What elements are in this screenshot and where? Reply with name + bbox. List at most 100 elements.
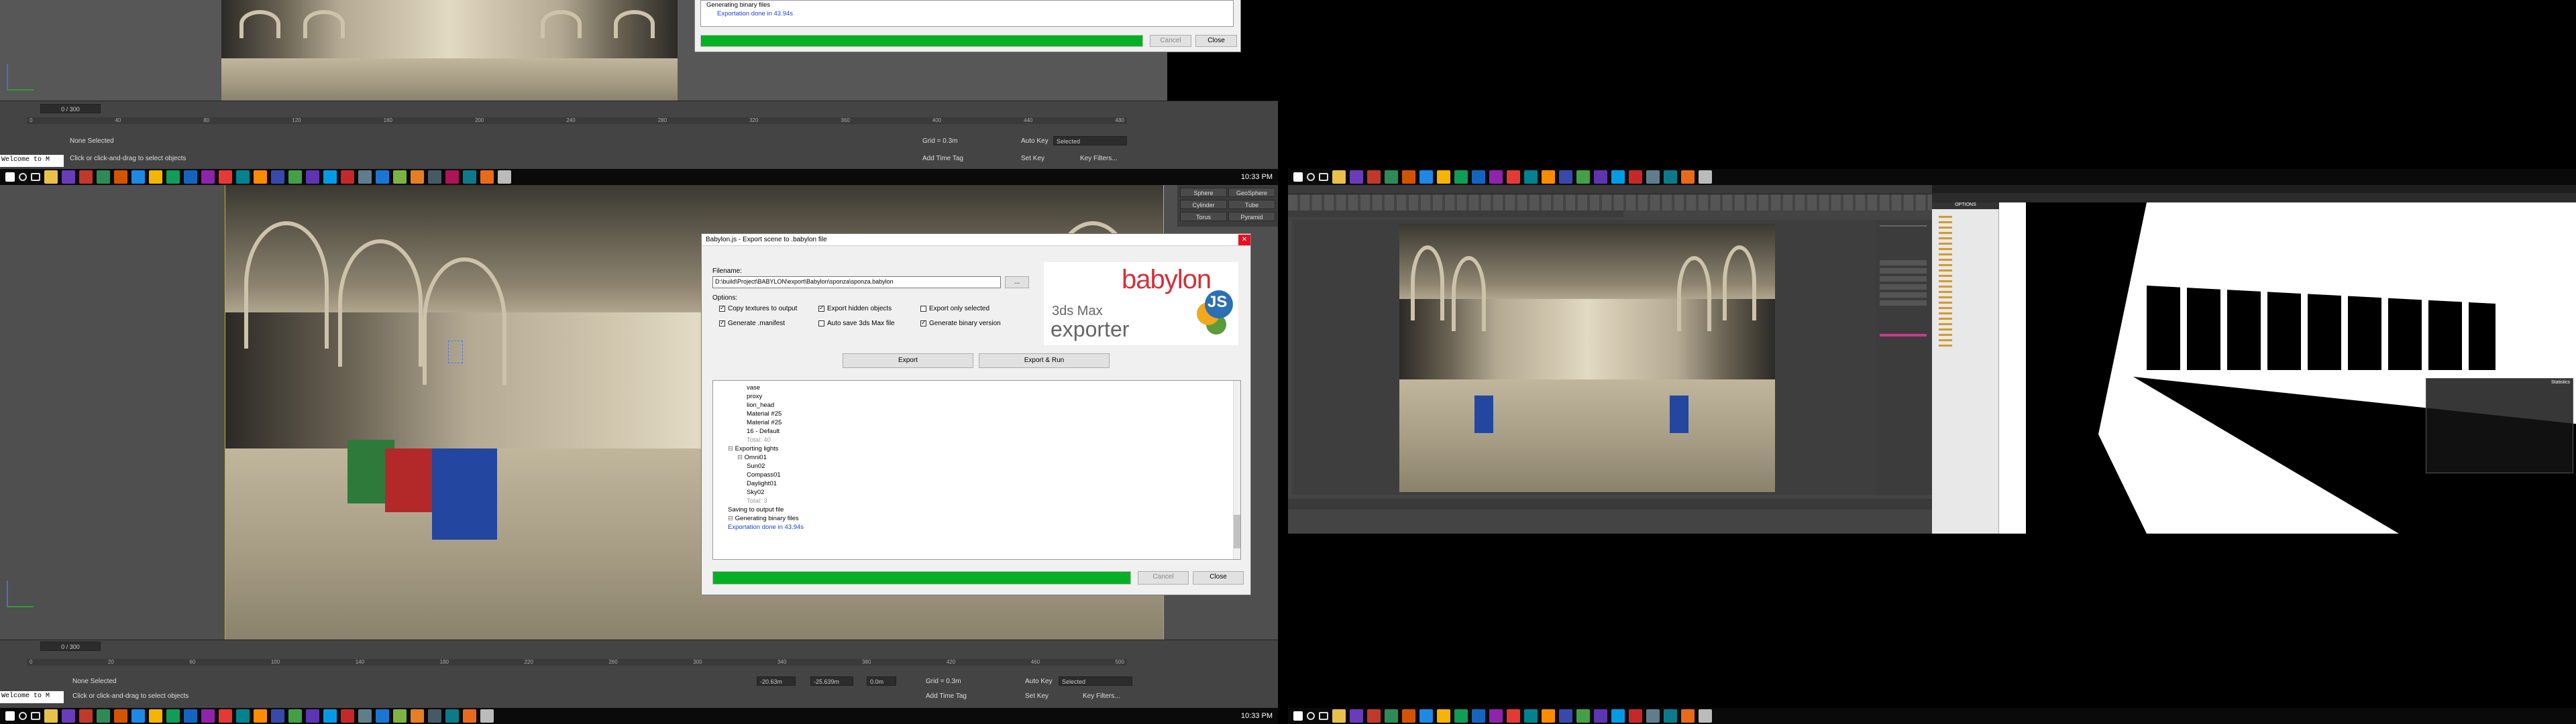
app-icon[interactable]	[1402, 170, 1415, 184]
app-icon[interactable]	[376, 709, 389, 723]
app-icon[interactable]	[1472, 709, 1485, 723]
app-icon[interactable]	[1367, 709, 1381, 723]
app-icon[interactable]	[1437, 709, 1450, 723]
expand-toggle-icon[interactable]: ⊟	[728, 515, 735, 522]
app-icon[interactable]	[1542, 170, 1555, 184]
app-icon[interactable]	[219, 170, 232, 184]
3dsmax-icon[interactable]	[1664, 170, 1677, 184]
export-hidden-checkbox[interactable]: Export hidden objects	[818, 304, 892, 312]
app-icon[interactable]	[219, 709, 232, 723]
explorer-icon[interactable]	[1332, 709, 1346, 723]
task-view-icon[interactable]	[31, 712, 40, 720]
frame-slider[interactable]: 0 / 300	[40, 642, 101, 651]
task-view-icon[interactable]	[1319, 173, 1328, 181]
export-selected-checkbox[interactable]: Export only selected	[920, 305, 989, 312]
set-key-label[interactable]: Set Key	[1025, 692, 1049, 700]
filename-input[interactable]: D:\build\Project\BABYLON\export\Babylon\…	[712, 276, 1001, 288]
clock[interactable]: 10:33 PM	[1241, 712, 1278, 720]
copy-textures-checkbox[interactable]: Copy textures to output	[719, 304, 797, 312]
app-icon[interactable]	[1576, 170, 1590, 184]
log-tree-node[interactable]: vase	[718, 383, 1235, 392]
app-icon[interactable]	[1507, 709, 1520, 723]
babylon-icon[interactable]	[1681, 709, 1695, 723]
top-cancel-button[interactable]: Cancel	[1150, 35, 1191, 47]
app-icon[interactable]	[254, 170, 267, 184]
app-icon[interactable]	[271, 709, 284, 723]
cancel-button[interactable]: Cancel	[1138, 571, 1189, 585]
dialog-close-icon[interactable]: ✕	[1238, 234, 1250, 245]
app-icon[interactable]	[1367, 170, 1381, 184]
app-icon[interactable]	[1594, 709, 1607, 723]
app-icon[interactable]	[79, 170, 93, 184]
right-command-panel[interactable]	[1876, 220, 1932, 495]
app-icon[interactable]	[271, 170, 284, 184]
top-close-button[interactable]: Close	[1195, 35, 1237, 47]
task-view-icon[interactable]	[1319, 712, 1328, 720]
app-icon[interactable]	[236, 709, 250, 723]
right-max-timeline[interactable]	[1288, 499, 1932, 509]
app-icon[interactable]	[131, 170, 145, 184]
color-swatch[interactable]	[1880, 334, 1927, 337]
expand-toggle-icon[interactable]: ⊟	[737, 454, 745, 461]
app-icon[interactable]	[341, 170, 354, 184]
app-icon[interactable]	[1611, 709, 1625, 723]
light-helper-icon[interactable]	[448, 341, 463, 363]
top-key-filters[interactable]: Key Filters...	[1080, 155, 1118, 162]
app-icon[interactable]	[1350, 170, 1363, 184]
app-icon[interactable]	[79, 709, 93, 723]
app-icon[interactable]	[1559, 170, 1572, 184]
create-tube-button[interactable]: Tube	[1228, 200, 1275, 209]
app-icon[interactable]	[149, 709, 162, 723]
log-tree-node[interactable]: Total: 3	[718, 497, 1235, 505]
create-geosphere-button[interactable]: GeoSphere	[1228, 188, 1275, 197]
top-auto-key-label[interactable]: Auto Key	[1021, 137, 1049, 145]
top-add-time-tag[interactable]: Add Time Tag	[922, 155, 963, 162]
top-maxscript-listener[interactable]: Welcome to M	[0, 155, 64, 167]
app-icon[interactable]	[1489, 170, 1503, 184]
3dsmax-icon[interactable]	[445, 709, 459, 723]
coord-x[interactable]: -20.63m	[757, 676, 796, 686]
create-torus-button[interactable]: Torus	[1180, 212, 1227, 221]
app-icon[interactable]	[114, 170, 127, 184]
explorer-icon[interactable]	[1332, 170, 1346, 184]
create-cylinder-button[interactable]: Cylinder	[1180, 200, 1227, 209]
app-icon[interactable]	[376, 170, 389, 184]
log-tree-node[interactable]: lion_head	[718, 401, 1235, 410]
windows-start-icon[interactable]	[1293, 711, 1303, 721]
task-view-icon[interactable]	[31, 173, 40, 181]
log-tree-node[interactable]: Material #25	[718, 410, 1235, 418]
export-log-tree[interactable]: vase proxy lion_head Material #25 Material #…	[712, 380, 1241, 560]
log-tree-node[interactable]: Saving to output file	[718, 505, 1235, 514]
app-icon[interactable]	[1524, 709, 1538, 723]
babylon-render-canvas[interactable]: Statistics	[1999, 202, 2576, 534]
app-icon[interactable]	[393, 170, 407, 184]
export-button[interactable]: Export	[843, 353, 973, 368]
app-icon[interactable]	[358, 709, 372, 723]
app-icon[interactable]	[1350, 709, 1363, 723]
app-icon[interactable]	[393, 709, 407, 723]
close-button[interactable]: Close	[1193, 571, 1244, 585]
app-icon[interactable]	[323, 709, 337, 723]
top-set-key-label[interactable]: Set Key	[1021, 155, 1044, 162]
search-icon[interactable]	[19, 712, 27, 720]
log-tree-node[interactable]: Total: 40	[718, 436, 1235, 444]
auto-save-checkbox[interactable]: Auto save 3ds Max file	[818, 320, 895, 327]
selected-dropdown[interactable]: Selected	[1059, 676, 1132, 686]
clock[interactable]: 10:33 PM	[1241, 173, 1278, 181]
app-icon[interactable]	[254, 709, 267, 723]
app-icon[interactable]	[1629, 709, 1642, 723]
export-run-button[interactable]: Export & Run	[979, 353, 1110, 368]
app-icon[interactable]	[1385, 709, 1398, 723]
app-icon[interactable]	[1646, 170, 1660, 184]
app-icon[interactable]	[1576, 709, 1590, 723]
app-icon[interactable]	[428, 170, 441, 184]
search-icon[interactable]	[1307, 712, 1315, 720]
app-icon[interactable]	[1385, 170, 1398, 184]
app-icon[interactable]	[97, 170, 110, 184]
app-icon[interactable]	[480, 709, 494, 723]
expand-toggle-icon[interactable]: ⊟	[728, 445, 735, 452]
app-icon[interactable]	[358, 170, 372, 184]
log-scrollbar[interactable]	[1233, 381, 1240, 559]
app-icon[interactable]	[1629, 170, 1642, 184]
app-icon[interactable]	[306, 170, 319, 184]
